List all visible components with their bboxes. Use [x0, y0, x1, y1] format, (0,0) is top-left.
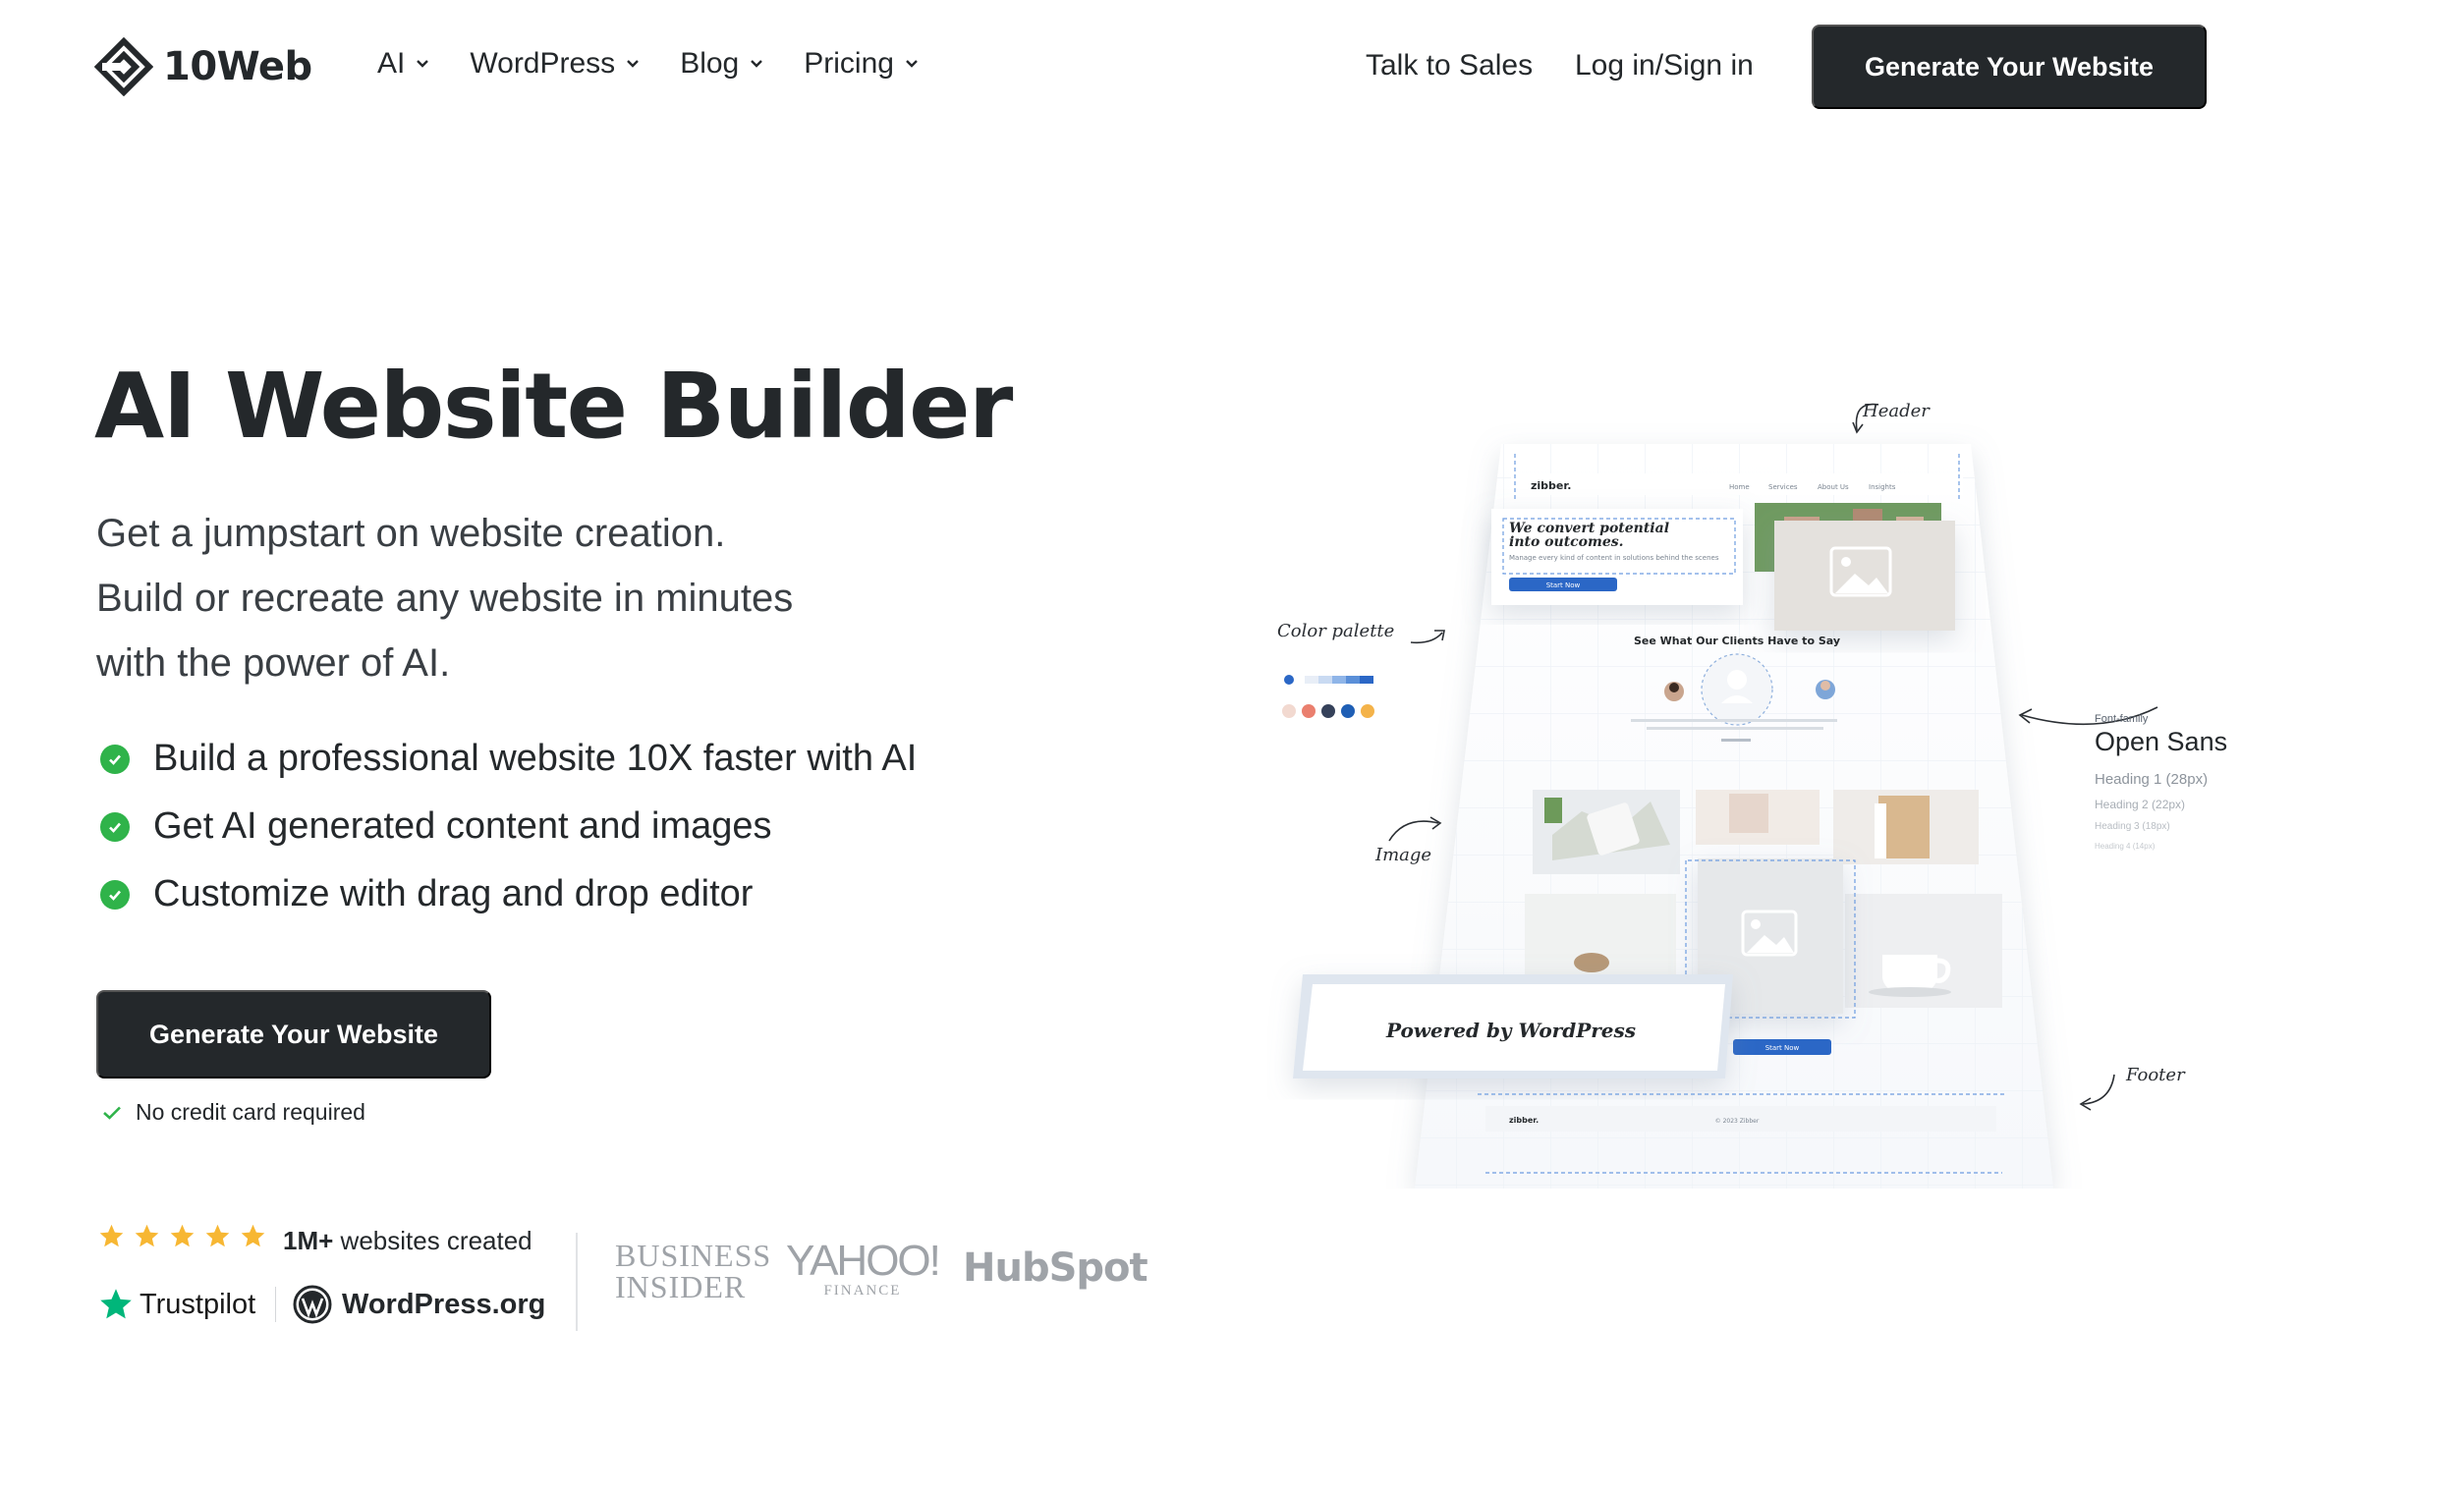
menu-item-ai[interactable]: AI: [377, 47, 430, 81]
feature-text: Build a professional website 10X faster …: [153, 738, 918, 779]
check-circle-icon: [100, 744, 130, 774]
trustpilot-star-icon: [100, 1289, 132, 1319]
trustpilot-logo[interactable]: Trustpilot: [98, 1287, 255, 1322]
feature-text: Customize with drag and drop editor: [153, 873, 754, 914]
subtitle-line: Build or recreate any website in minutes: [96, 577, 794, 620]
menu-label: Blog: [680, 47, 740, 80]
mock-hero-body: Manage every kind of content in solution…: [1509, 554, 1719, 562]
divider: [576, 1233, 578, 1331]
chevron-down-icon: [417, 60, 429, 68]
chevron-down-icon: [751, 60, 763, 68]
star-icon: [205, 1224, 230, 1247]
login-link[interactable]: Log in/Sign in: [1575, 49, 1754, 83]
subtitle-line: with the power of AI.: [96, 641, 451, 685]
heading-4-spec: Heading 4 (14px): [2095, 842, 2156, 851]
hubspot-logo: HubSpot: [963, 1245, 1148, 1291]
image-placeholder-icon: [1774, 521, 1955, 631]
heading-3-spec: Heading 3 (18px): [2095, 821, 2170, 832]
count-number: 1M+: [283, 1226, 334, 1255]
feature-list: Build a professional website 10X faster …: [100, 725, 917, 928]
feature-item: Build a professional website 10X faster …: [100, 725, 917, 793]
annotation-image: Image: [1375, 845, 1432, 865]
mock-nav-item: Insights: [1869, 483, 1896, 491]
font-family-value: Open Sans: [2095, 727, 2228, 756]
mock-hero-line: into outcomes.: [1509, 534, 1624, 550]
logo[interactable]: 10Web: [94, 37, 312, 96]
menu-label: AI: [377, 47, 406, 80]
menu-label: WordPress: [470, 47, 616, 80]
yahoo-main: YAHOO!: [786, 1237, 941, 1285]
star-icon: [170, 1224, 195, 1247]
check-circle-icon: [100, 879, 130, 910]
yahoo-sub: FINANCE: [823, 1283, 902, 1299]
page-title: AI Website Builder: [94, 354, 1013, 459]
menu-item-wordpress[interactable]: WordPress: [470, 47, 641, 81]
hero-subtitle: Get a jumpstart on website creation. Bui…: [96, 501, 1079, 695]
color-palette-swatches: [1282, 673, 1374, 718]
annotation-footer: Footer: [2126, 1065, 2185, 1085]
mock-nav-item: About Us: [1818, 483, 1849, 491]
business-insider-logo: BUSINESS INSIDER: [615, 1240, 771, 1302]
no-credit-card-text: No credit card required: [136, 1099, 365, 1125]
hero-generate-website-button[interactable]: Generate Your Website: [96, 990, 491, 1078]
subtitle-line: Get a jumpstart on website creation.: [96, 512, 726, 555]
bi-line: BUSINESS: [615, 1238, 772, 1273]
no-credit-card-note: No credit card required: [102, 1099, 365, 1126]
chevron-down-icon: [906, 60, 918, 68]
check-circle-icon: [100, 811, 130, 842]
feature-item: Get AI generated content and images: [100, 793, 917, 860]
hero-illustration: zibber. Home Services About Us Insights …: [1267, 383, 2250, 1189]
typography-panel: Font-family Open Sans Heading 1 (28px) H…: [2095, 713, 2227, 851]
logo-text: 10Web: [163, 44, 312, 89]
mock-testimonials-title: See What Our Clients Have to Say: [1634, 635, 1840, 647]
menu-label: Pricing: [804, 47, 894, 80]
trustpilot-text: Trustpilot: [140, 1288, 256, 1320]
main-menu: AI WordPress Blog Pricing: [377, 47, 920, 81]
wordpress-org-logo[interactable]: WordPress.org: [293, 1285, 545, 1324]
font-family-label: Font-family: [2095, 713, 2149, 725]
chevron-down-icon: [627, 60, 640, 68]
talk-to-sales-link[interactable]: Talk to Sales: [1366, 49, 1533, 83]
menu-item-pricing[interactable]: Pricing: [804, 47, 920, 81]
feature-text: Get AI generated content and images: [153, 805, 772, 847]
heading-2-spec: Heading 2 (22px): [2095, 798, 2186, 811]
top-nav: 10Web AI WordPress Blog Pricing Talk to …: [0, 0, 2464, 134]
mock-nav-item: Services: [1768, 483, 1798, 491]
rating-stars: [98, 1223, 266, 1249]
mock-start-now-btn: Start Now: [1765, 1044, 1800, 1052]
annotation-color-palette: Color palette: [1277, 621, 1395, 641]
checkmark-icon: [103, 1106, 121, 1120]
nav-generate-website-button[interactable]: Generate Your Website: [1812, 25, 2207, 109]
mock-footer-copy: © 2023 Zibber: [1715, 1118, 1760, 1125]
bi-line: INSIDER: [615, 1269, 747, 1304]
yahoo-finance-logo: YAHOO! FINANCE: [786, 1237, 941, 1299]
websites-created-count: 1M+ websites created: [283, 1226, 532, 1256]
logo-diamond-icon: [94, 37, 153, 96]
feature-item: Customize with drag and drop editor: [100, 860, 917, 928]
mock-nav-item: Home: [1729, 483, 1750, 491]
star-icon: [241, 1224, 265, 1247]
wordpress-org-text: WordPress.org: [342, 1288, 546, 1320]
wordpress-icon: [293, 1285, 332, 1324]
mock-brand: zibber.: [1531, 479, 1571, 492]
powered-by-text: Powered by WordPress: [1385, 1019, 1636, 1042]
star-icon: [99, 1224, 124, 1247]
heading-1-spec: Heading 1 (28px): [2095, 771, 2209, 788]
menu-item-blog[interactable]: Blog: [680, 47, 764, 81]
count-label: websites created: [333, 1226, 532, 1255]
annotation-header: Header: [1863, 401, 1930, 421]
divider: [275, 1287, 276, 1322]
star-icon: [135, 1224, 159, 1247]
mock-hero-btn: Start Now: [1546, 581, 1581, 589]
mock-footer-brand: zibber.: [1509, 1116, 1539, 1125]
